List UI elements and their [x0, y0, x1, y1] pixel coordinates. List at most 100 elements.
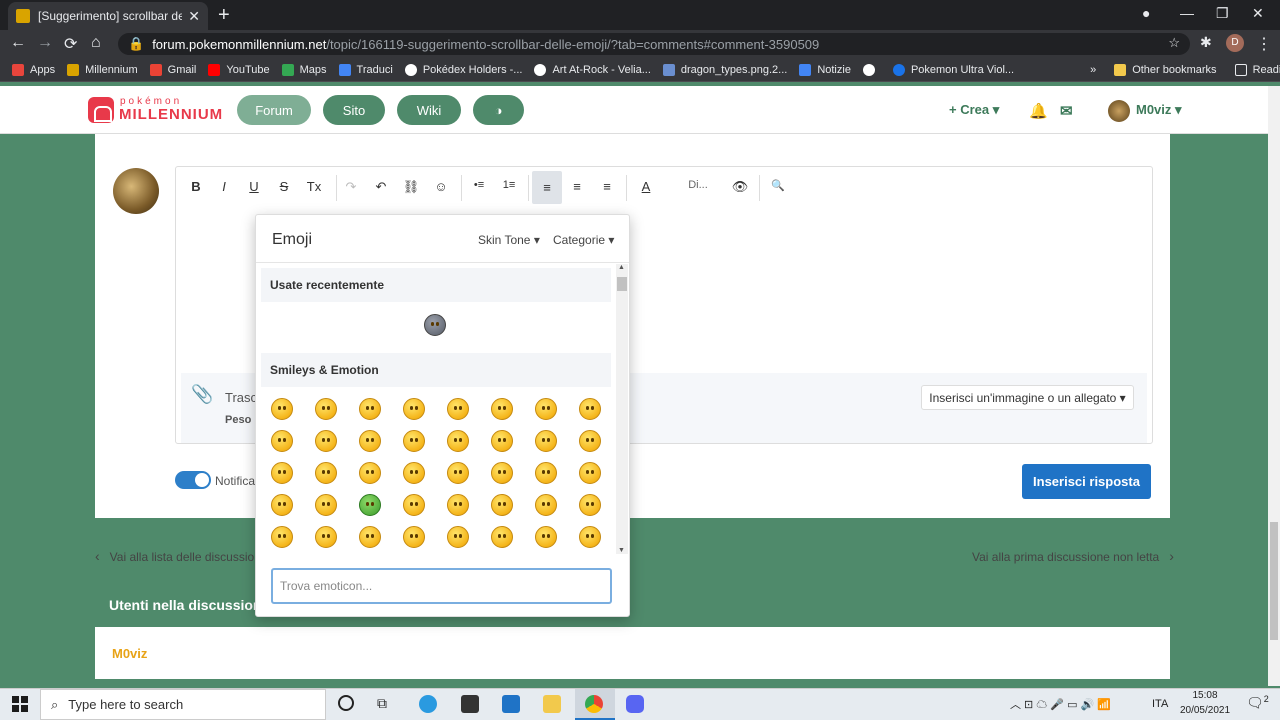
task-view-icon[interactable]: ⧉ — [377, 695, 395, 713]
smiley-emoji[interactable] — [535, 430, 557, 452]
language-indicator[interactable]: ITA — [1152, 698, 1168, 710]
bold-button[interactable]: B — [186, 179, 206, 194]
notification-icon[interactable]: 🗨2 — [1246, 694, 1269, 712]
taskbar-search[interactable]: ⌕ Type here to search — [40, 689, 326, 720]
smiley-emoji[interactable] — [579, 398, 601, 420]
insert-attachment-button[interactable]: Inserisci un'immagine o un allegato ▾ — [921, 385, 1134, 410]
close-tab-icon[interactable]: ✕ — [188, 8, 200, 25]
menu-icon[interactable]: ⋮ — [1256, 34, 1272, 54]
align-left-icon[interactable]: ≡ — [532, 171, 562, 204]
back-to-list-link[interactable]: ‹ Vai alla lista delle discussion — [95, 548, 261, 564]
mail-icon[interactable]: ✉ — [1060, 102, 1073, 120]
smiley-emoji[interactable] — [491, 430, 513, 452]
smiley-emoji[interactable] — [535, 462, 557, 484]
smiley-emoji[interactable] — [271, 526, 293, 548]
bookmark-traduci[interactable]: Traduci — [338, 63, 393, 76]
skin-tone-dropdown[interactable]: Skin Tone ▾ — [478, 233, 540, 247]
preview-eye-icon[interactable]: 👁 — [730, 179, 750, 195]
windows-start-icon[interactable] — [12, 696, 28, 712]
page-scrollbar[interactable] — [1268, 86, 1280, 686]
redo-icon[interactable]: ↷ — [341, 179, 361, 195]
cortana-icon[interactable] — [338, 695, 354, 711]
extensions-icon[interactable]: ✱ — [1200, 34, 1212, 51]
nav-wiki[interactable]: Wiki — [397, 95, 461, 125]
smiley-emoji[interactable] — [447, 398, 469, 420]
home-icon[interactable]: ⌂ — [91, 34, 101, 52]
bookmark-apps[interactable]: Apps — [12, 63, 55, 76]
bookmark-dragon-types[interactable]: dragon_types.png.2... — [662, 63, 787, 76]
smiley-emoji[interactable] — [315, 430, 337, 452]
bookmark-youtube[interactable]: YouTube — [208, 63, 270, 76]
new-moon-face-emoji[interactable] — [424, 314, 446, 336]
create-menu[interactable]: + Crea ▾ — [949, 102, 999, 118]
smiley-emoji[interactable] — [491, 398, 513, 420]
smiley-emoji[interactable] — [315, 398, 337, 420]
align-right-icon[interactable]: ≡ — [597, 179, 617, 194]
smiley-emoji[interactable] — [491, 526, 513, 548]
smiley-emoji[interactable] — [447, 526, 469, 548]
scroll-up-icon[interactable]: ▲ — [618, 264, 625, 271]
theme-toggle[interactable]: ◑ — [473, 95, 524, 125]
smiley-emoji[interactable] — [579, 430, 601, 452]
system-tray[interactable]: ︿ ⊡ ☁ 🎤 ▭ 🔊 📶 — [1010, 696, 1111, 712]
smiley-emoji[interactable] — [447, 430, 469, 452]
browser-tab[interactable]: [Suggerimento] scrollbar delle em ✕ — [8, 2, 208, 30]
site-logo[interactable]: pokémon MILLENNIUM — [88, 96, 222, 125]
edge-icon[interactable] — [419, 695, 437, 713]
nav-sito[interactable]: Sito — [323, 95, 385, 125]
bookmark-notizie[interactable]: Notizie — [799, 63, 851, 76]
emoji-search-input[interactable] — [271, 568, 612, 604]
file-explorer-icon[interactable] — [543, 695, 561, 713]
categories-dropdown[interactable]: Categorie ▾ — [553, 233, 614, 247]
text-color-icon[interactable]: A — [636, 179, 656, 194]
emoji-icon[interactable]: ☺ — [431, 179, 451, 194]
bookmark-art-at-rock[interactable]: Art At-Rock - Velia... — [534, 63, 651, 76]
smiley-emoji[interactable] — [403, 398, 425, 420]
close-window-button[interactable]: ✕ — [1252, 5, 1264, 22]
smiley-emoji[interactable] — [447, 494, 469, 516]
discord-icon[interactable] — [626, 695, 644, 713]
nav-forum[interactable]: Forum — [237, 95, 311, 125]
smiley-emoji[interactable] — [271, 462, 293, 484]
url-bar[interactable]: 🔒 forum.pokemonmillennium.net /topic/166… — [118, 33, 1190, 55]
smiley-emoji[interactable] — [491, 462, 513, 484]
smiley-emoji[interactable] — [535, 398, 557, 420]
page-scrollbar-thumb[interactable] — [1270, 522, 1278, 640]
chrome-icon[interactable] — [585, 695, 603, 713]
notify-toggle[interactable] — [175, 471, 211, 489]
bookmark-overflow[interactable]: » — [1090, 64, 1096, 76]
smiley-emoji[interactable] — [579, 462, 601, 484]
smiley-emoji[interactable] — [271, 430, 293, 452]
reading-list[interactable]: Reading list — [1234, 63, 1280, 76]
italic-button[interactable]: I — [214, 179, 234, 194]
bookmark-google[interactable] — [862, 63, 881, 76]
clock-date[interactable]: 20/05/2021 — [1176, 705, 1234, 716]
smiley-emoji[interactable] — [535, 494, 557, 516]
user-avatar-small[interactable] — [1108, 100, 1130, 122]
underline-button[interactable]: U — [244, 179, 264, 194]
bell-icon[interactable]: 🔔 — [1029, 102, 1048, 120]
new-tab-button[interactable]: + — [218, 4, 230, 27]
user-link[interactable]: M0viz — [112, 646, 147, 661]
submit-reply-button[interactable]: Inserisci risposta — [1022, 464, 1151, 499]
smiley-emoji[interactable] — [403, 462, 425, 484]
smiley-emoji[interactable] — [359, 494, 381, 516]
strike-button[interactable]: S — [274, 179, 294, 194]
bookmark-pokemon-ultra[interactable]: Pokemon Ultra Viol... — [892, 63, 1014, 76]
smiley-emoji[interactable] — [359, 398, 381, 420]
smiley-emoji[interactable] — [271, 398, 293, 420]
numbered-list-icon[interactable]: 1≡ — [499, 179, 519, 191]
bookmark-star-icon[interactable]: ☆ — [1168, 35, 1180, 51]
smiley-emoji[interactable] — [359, 430, 381, 452]
smiley-emoji[interactable] — [315, 526, 337, 548]
smiley-emoji[interactable] — [579, 526, 601, 548]
other-bookmarks[interactable]: Other bookmarks — [1114, 63, 1217, 76]
bookmark-gmail[interactable]: Gmail — [149, 63, 196, 76]
undo-icon[interactable]: ↶ — [371, 179, 391, 195]
bookmark-millennium[interactable]: Millennium — [67, 63, 138, 76]
emoji-scrollbar-thumb[interactable] — [617, 277, 627, 291]
smiley-emoji[interactable] — [447, 462, 469, 484]
user-menu[interactable]: M0viz ▾ — [1136, 102, 1182, 118]
source-icon[interactable]: 🔍 — [768, 179, 788, 192]
store-icon[interactable] — [461, 695, 479, 713]
